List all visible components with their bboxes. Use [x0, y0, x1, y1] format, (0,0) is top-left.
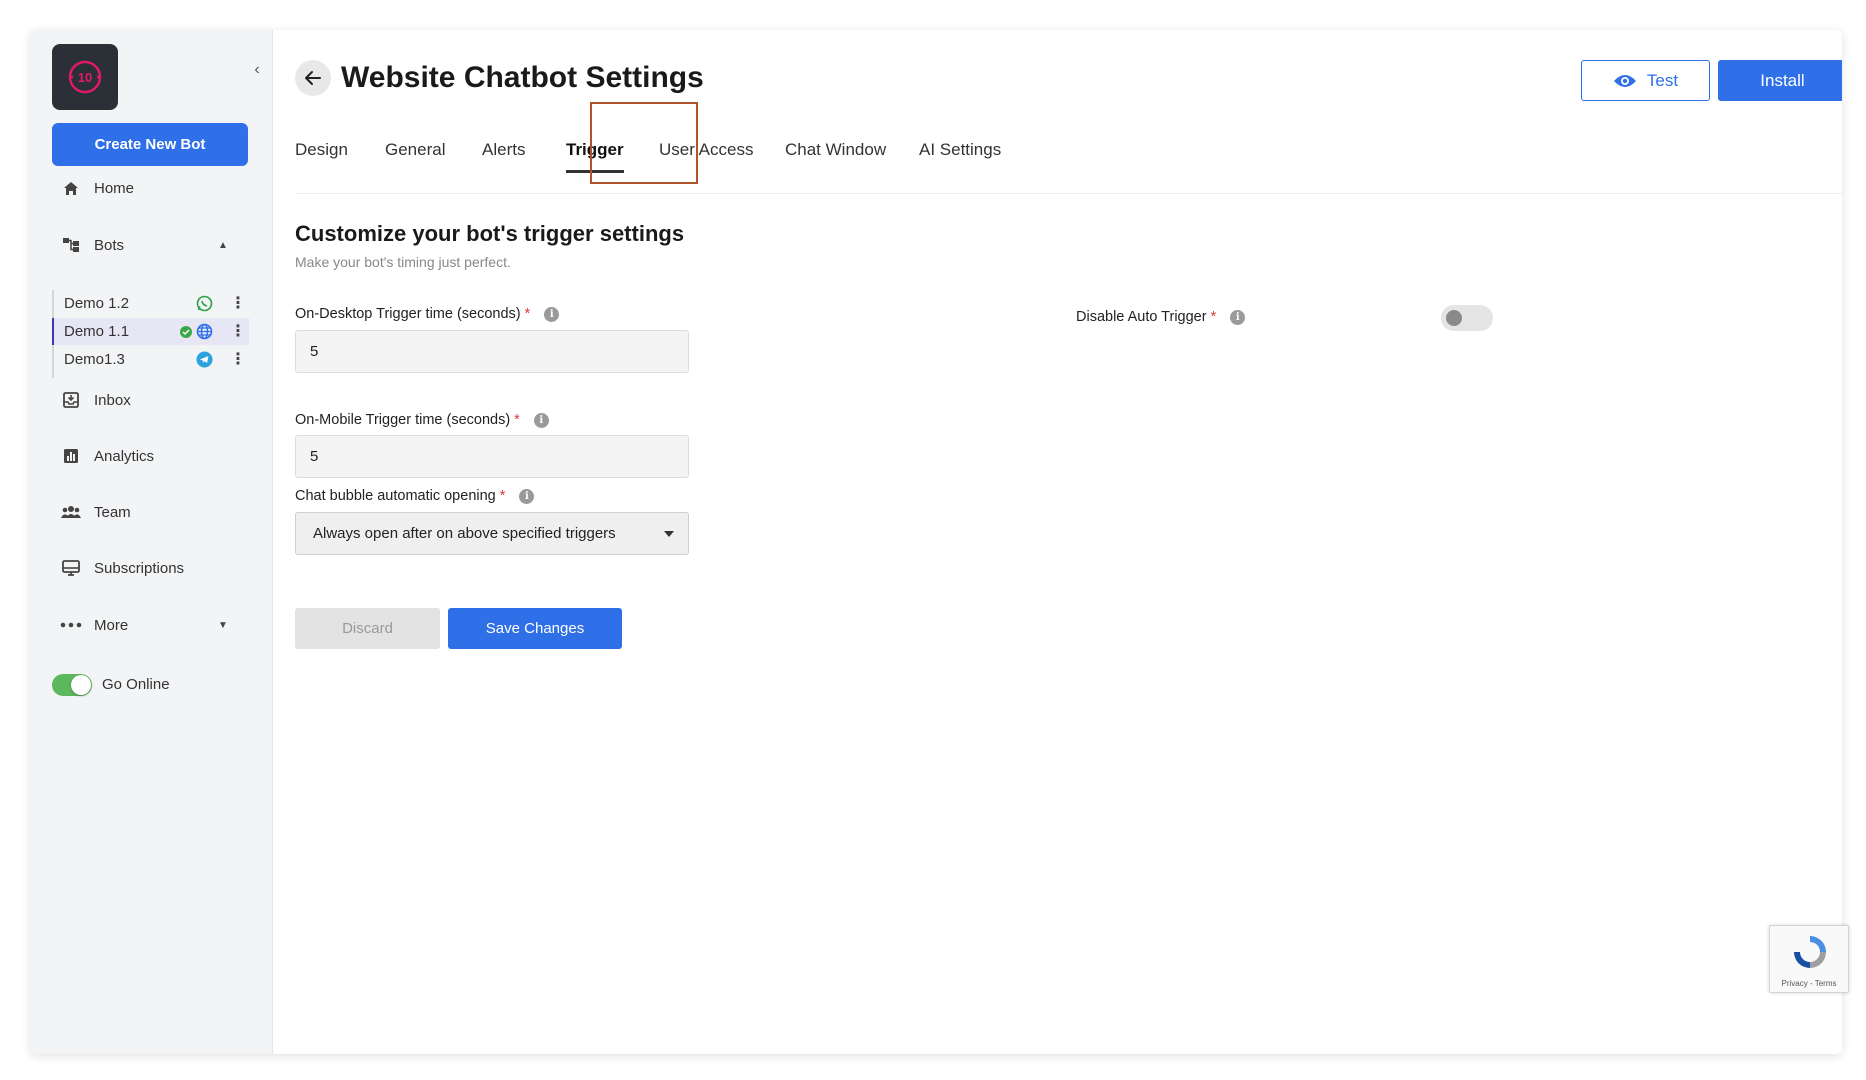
sidebar-item-more[interactable]: More — [60, 613, 128, 637]
section-title: Customize your bot's trigger settings — [295, 221, 685, 246]
bot-item-active[interactable]: Demo 1.1 ⋮ — [52, 318, 249, 345]
go-online-toggle[interactable] — [52, 674, 92, 696]
back-button[interactable] — [295, 60, 331, 96]
field-label-text: On-Mobile Trigger time (seconds) — [295, 412, 511, 428]
field-label-text: On-Desktop Trigger time (seconds) — [295, 306, 521, 322]
collapse-sidebar-icon[interactable]: ‹ — [250, 60, 264, 80]
home-icon — [60, 178, 82, 198]
whatsapp-icon — [196, 295, 213, 312]
bot-name: Demo1.3 — [64, 351, 125, 368]
tab-design[interactable]: Design — [295, 130, 348, 170]
info-icon[interactable]: i — [544, 306, 560, 322]
required-mark: * — [1210, 309, 1217, 325]
tab-user-access[interactable]: User Access — [659, 130, 753, 170]
sidebar: 10 ‹ Create New Bot Home Bots ▲ Demo 1.2 — [30, 30, 273, 1054]
field-label-text: Chat bubble automatic opening — [295, 488, 496, 504]
required-mark: * — [524, 306, 531, 322]
sidebar-item-label: Home — [94, 179, 135, 197]
info-icon[interactable]: i — [533, 412, 549, 428]
section-subtitle: Make your bot's timing just perfect. — [295, 254, 511, 270]
sidebar-item-label: Analytics — [94, 447, 155, 465]
required-mark: * — [499, 488, 506, 504]
tab-ai-settings[interactable]: AI Settings — [919, 130, 1001, 170]
bot-list: Demo 1.2 ⋮ Demo 1.1 ⋮ Demo1.3 ⋮ — [52, 290, 251, 378]
mobile-trigger-label: On-Mobile Trigger time (seconds) * i — [295, 412, 549, 428]
bubble-opening-label: Chat bubble automatic opening * i — [295, 488, 535, 504]
bot-menu-icon[interactable]: ⋮ — [230, 323, 246, 341]
sidebar-item-inbox[interactable]: Inbox — [60, 388, 131, 412]
bot-name: Demo 1.1 — [64, 323, 130, 340]
required-mark: * — [514, 412, 520, 428]
recaptcha-icon — [1794, 936, 1826, 968]
sidebar-item-team[interactable]: Team — [60, 500, 131, 524]
desktop-trigger-label: On-Desktop Trigger time (seconds) * i — [295, 306, 560, 322]
more-icon — [60, 615, 82, 635]
sidebar-item-label: Team — [94, 503, 131, 521]
analytics-icon — [60, 446, 82, 466]
caret-down-icon[interactable]: ▼ — [218, 620, 228, 631]
bubble-opening-select[interactable]: Always open after on above specified tri… — [295, 512, 689, 555]
tab-general[interactable]: General — [385, 130, 445, 170]
tab-chat-window[interactable]: Chat Window — [785, 130, 886, 170]
recaptcha-badge[interactable]: Privacy - Terms — [1769, 925, 1849, 993]
check-circle-icon — [180, 325, 192, 338]
test-button-label: Test — [1646, 70, 1679, 90]
bots-icon — [60, 235, 82, 255]
sidebar-item-bots[interactable]: Bots — [60, 233, 124, 257]
caret-down-icon — [664, 531, 674, 537]
disable-auto-trigger-label: Disable Auto Trigger * i — [1076, 309, 1246, 325]
app-window: 10 ‹ Create New Bot Home Bots ▲ Demo 1.2 — [30, 30, 1842, 1054]
bot-menu-icon[interactable]: ⋮ — [230, 295, 246, 313]
page-title: Website Chatbot Settings — [341, 61, 704, 94]
sidebar-item-label: More — [94, 616, 129, 634]
desktop-trigger-input[interactable] — [295, 330, 689, 373]
subscriptions-icon — [60, 558, 82, 578]
team-icon — [60, 502, 82, 522]
sidebar-item-label: Subscriptions — [94, 559, 185, 577]
inbox-icon — [60, 390, 82, 410]
sidebar-item-label: Bots — [94, 236, 125, 254]
sidebar-item-analytics[interactable]: Analytics — [60, 444, 154, 468]
arrow-left-icon — [305, 71, 321, 85]
bot-item[interactable]: Demo1.3 ⋮ — [54, 346, 251, 373]
bot-item[interactable]: Demo 1.2 ⋮ — [54, 290, 251, 317]
svg-text:10: 10 — [78, 70, 92, 85]
info-icon[interactable]: i — [519, 488, 535, 504]
sidebar-item-home[interactable]: Home — [60, 176, 134, 200]
main-content: Website Chatbot Settings Test Install De… — [273, 30, 1842, 1054]
mobile-trigger-input[interactable] — [295, 435, 689, 478]
bot-name: Demo 1.2 — [64, 295, 130, 312]
save-changes-button[interactable]: Save Changes — [448, 608, 622, 649]
info-icon[interactable]: i — [1230, 309, 1246, 325]
recaptcha-text[interactable]: Privacy - Terms — [1770, 979, 1848, 988]
discard-button[interactable]: Discard — [295, 608, 440, 649]
telegram-icon — [196, 351, 213, 368]
sidebar-item-subscriptions[interactable]: Subscriptions — [60, 556, 184, 580]
globe-icon — [196, 323, 213, 340]
brand-logo[interactable]: 10 — [52, 44, 118, 110]
select-value: Always open after on above specified tri… — [313, 525, 616, 542]
bot-menu-icon[interactable]: ⋮ — [230, 351, 246, 369]
disable-auto-trigger-toggle[interactable] — [1441, 305, 1493, 331]
test-button[interactable]: Test — [1581, 60, 1710, 101]
tab-trigger[interactable]: Trigger — [566, 130, 624, 173]
eye-icon — [1613, 74, 1636, 87]
go-online-label: Go Online — [102, 676, 170, 693]
field-label-text: Disable Auto Trigger — [1076, 309, 1207, 325]
sidebar-item-label: Inbox — [94, 391, 131, 409]
caret-up-icon[interactable]: ▲ — [218, 240, 228, 251]
install-button[interactable]: Install — [1718, 60, 1842, 101]
create-new-bot-button[interactable]: Create New Bot — [52, 123, 248, 166]
tab-alerts[interactable]: Alerts — [482, 130, 525, 170]
settings-tabs: Design General Alerts Trigger User Acces… — [295, 130, 1842, 194]
